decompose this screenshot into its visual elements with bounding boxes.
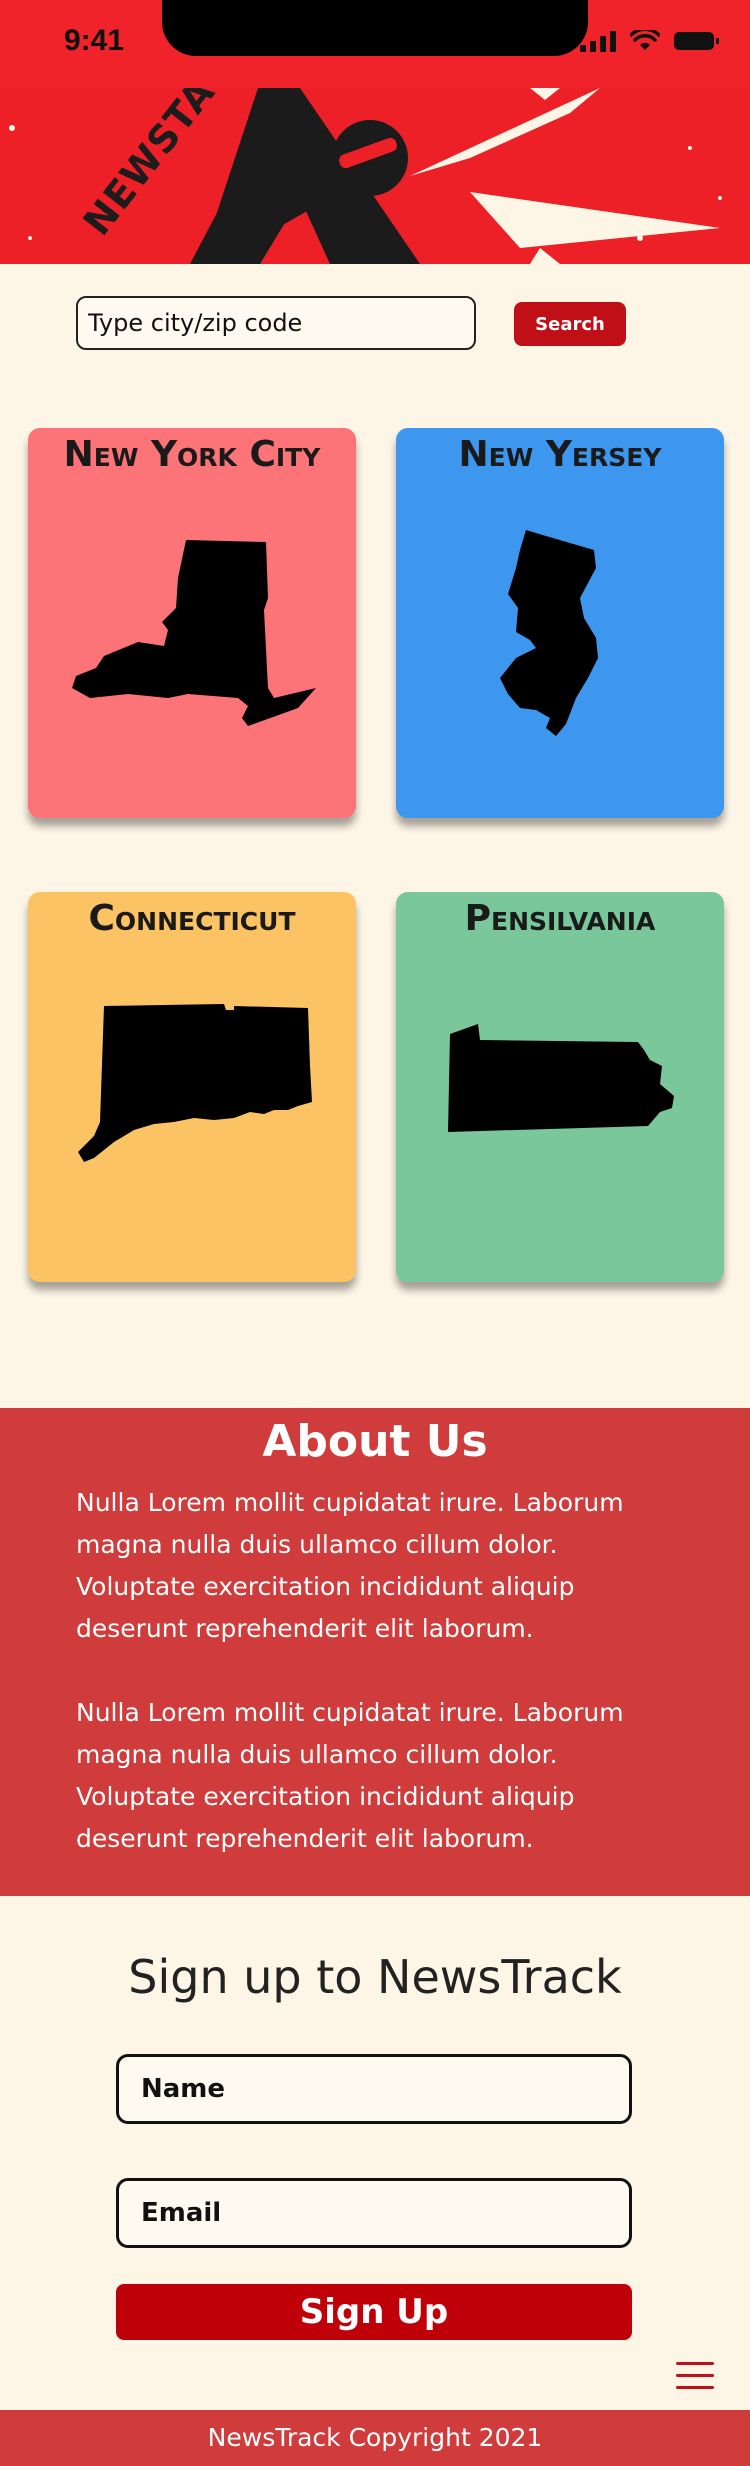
footer: NewsTrack Copyright 2021: [0, 2410, 750, 2466]
cellular-signal-icon: [580, 30, 616, 52]
connecticut-state-icon: [78, 1004, 312, 1162]
search-bar: Search: [76, 296, 626, 352]
name-field[interactable]: [116, 2054, 632, 2124]
status-bar: 9:41: [0, 0, 750, 88]
wifi-icon: [630, 30, 660, 50]
footer-copyright: NewsTrack Copyright 2021: [207, 2423, 543, 2452]
about-paragraph: Nulla Lorem mollit cupidatat irure. Labo…: [76, 1488, 624, 1643]
about-paragraph: Nulla Lorem mollit cupidatat irure. Labo…: [76, 1698, 624, 1853]
hamburger-menu-icon[interactable]: [676, 2362, 714, 2390]
new-jersey-state-icon: [500, 530, 598, 736]
signup-button[interactable]: Sign Up: [116, 2284, 632, 2340]
signup-title: Sign up to NewsTrack: [128, 1950, 622, 2004]
card-title: Pensilvania: [464, 898, 656, 939]
state-card-new-york[interactable]: New York City: [28, 428, 356, 818]
card-title: New Yersey: [458, 434, 662, 475]
card-title: New York City: [63, 434, 321, 475]
status-icons: [580, 30, 719, 52]
device-notch: [162, 0, 588, 56]
email-field[interactable]: [116, 2178, 632, 2248]
about-section: About Us Nulla Lorem mollit cupidatat ir…: [0, 1408, 750, 1896]
state-card-connecticut[interactable]: Connecticut: [28, 892, 356, 1282]
card-title: Connecticut: [88, 898, 296, 939]
pennsylvania-state-icon: [448, 1024, 674, 1132]
search-button[interactable]: Search: [514, 302, 626, 346]
state-card-pennsylvania[interactable]: Pensilvania: [396, 892, 724, 1282]
state-card-new-jersey[interactable]: New Yersey: [396, 428, 724, 818]
header-banner: NEWSTACK: [0, 88, 750, 264]
about-title: About Us: [262, 1416, 488, 1467]
new-york-state-icon: [72, 540, 316, 726]
status-time: 9:41: [64, 24, 125, 57]
search-input[interactable]: [76, 296, 476, 350]
battery-icon: [674, 32, 719, 50]
